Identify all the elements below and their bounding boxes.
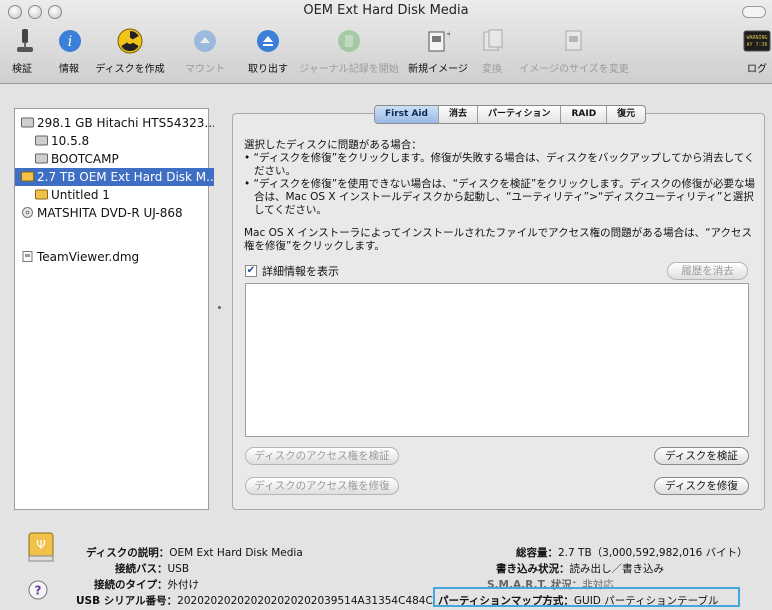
mount-icon (190, 26, 220, 56)
hard-disk-icon (21, 115, 34, 128)
minimize-button[interactable] (28, 5, 42, 19)
verify-permissions-button[interactable]: ディスクのアクセス権を検証 (245, 447, 399, 465)
svg-text:+: + (446, 29, 450, 40)
info-button[interactable]: i 情報 (55, 26, 83, 75)
convert-button[interactable]: 変換 (478, 26, 506, 75)
repair-permissions-button[interactable]: ディスクのアクセス権を修復 (245, 477, 399, 495)
tab-restore[interactable]: 復元 (606, 106, 645, 123)
info-usb-serial: USB シリアル番号：202020202020202020202039514A3… (76, 595, 433, 607)
convert-icon (478, 26, 508, 56)
disk-item-hitachi[interactable]: 298.1 GB Hitachi HTS54323... (15, 114, 214, 132)
new-image-button[interactable]: + 新規イメージ (406, 26, 470, 75)
resize-image-button[interactable]: イメージのサイズを変更 (515, 26, 633, 75)
tab-first-aid[interactable]: First Aid (375, 106, 438, 123)
close-button[interactable] (8, 5, 22, 19)
microscope-icon (10, 26, 40, 56)
volume-item-untitled[interactable]: Untitled 1 (15, 186, 228, 204)
volume-icon (35, 133, 48, 146)
toolbar-toggle-button[interactable] (742, 6, 766, 18)
info-capacity: 総容量：2.7 TB（3,000,592,982,016 バイト） (516, 547, 748, 559)
description-bullet: • “ディスクを修復”を使用できない場合は、“ディスクを検証”をクリックします。… (244, 178, 756, 216)
log-icon: WARNING AY 7:36 (742, 26, 772, 56)
show-details-checkbox[interactable]: ✔ 詳細情報を表示 (245, 263, 339, 279)
info-icon: i (55, 26, 85, 56)
log-button[interactable]: WARNING AY 7:36 ログ (742, 26, 772, 75)
svg-text:WARNING: WARNING (746, 35, 767, 41)
repair-disk-button[interactable]: ディスクを修復 (654, 477, 749, 495)
tab-partition[interactable]: パーティション (476, 106, 560, 123)
details-log-area[interactable] (245, 283, 749, 437)
info-connection-type: 接続のタイプ：外付け (94, 579, 199, 591)
volume-item-1058[interactable]: 10.5.8 (15, 132, 228, 150)
zoom-button[interactable] (48, 5, 62, 19)
info-write-status: 書き込み状況：読み出し／書き込み (496, 563, 664, 575)
toolbar: 検証 i 情報 ディスクを作成 マウント 取り出す ジャーナル記録を開始 新規イ… (0, 24, 772, 80)
resize-image-icon (559, 26, 589, 56)
tab-raid[interactable]: RAID (560, 106, 606, 123)
info-connection-bus: 接続バス：USB (115, 563, 190, 575)
optical-disc-icon (21, 205, 34, 218)
external-disk-icon (21, 169, 34, 182)
eject-icon (253, 26, 283, 56)
verify-button[interactable]: 検証 (10, 26, 34, 75)
checkmark-icon: ✔ (245, 265, 257, 277)
info-description: ディスクの説明：OEM Ext Hard Disk Media (86, 547, 303, 559)
split-view-handle[interactable] (218, 306, 221, 309)
description-line: 選択したディスクに問題がある場合： (244, 139, 422, 151)
volume-item-bootcamp[interactable]: BOOTCAMP (15, 150, 228, 168)
verify-disk-button[interactable]: ディスクを検証 (654, 447, 749, 465)
tab-erase[interactable]: 消去 (437, 106, 477, 123)
description-permissions: Mac OS X インストーラによってインストールされたファイルでアクセス権の問… (244, 227, 753, 252)
image-item-teamviewer[interactable]: TeamViewer.dmg (15, 248, 214, 266)
external-volume-icon (35, 187, 48, 200)
usb-drive-icon: Ψ (27, 532, 55, 565)
disk-item-dvd[interactable]: MATSHITA DVD-R UJ-868 (15, 204, 214, 222)
volume-icon (35, 151, 48, 164)
window-title: OEM Ext Hard Disk Media (303, 3, 469, 18)
burn-button[interactable]: ディスクを作成 (94, 26, 166, 75)
mount-button[interactable]: マウント (185, 26, 225, 75)
svg-text:AY 7:36: AY 7:36 (746, 42, 767, 48)
clear-history-button[interactable]: 履歴を消去 (667, 262, 748, 280)
window-chrome: OEM Ext Hard Disk Media 検証 i 情報 ディスクを作成 (0, 0, 772, 84)
svg-text:?: ? (35, 584, 42, 598)
radiation-icon (115, 26, 145, 56)
new-image-icon: + (423, 26, 453, 56)
first-aid-description: 選択したディスクに問題がある場合： • “ディスクを修復”をクリックします。修復… (244, 139, 758, 253)
svg-text:Ψ: Ψ (36, 538, 45, 552)
disk-item-oem[interactable]: 2.7 TB OEM Ext Hard Disk M... (15, 168, 214, 186)
disk-list[interactable]: 298.1 GB Hitachi HTS54323... 10.5.8 BOOT… (14, 108, 214, 510)
eject-button[interactable]: 取り出す (243, 26, 293, 75)
journal-icon (334, 26, 364, 56)
description-bullet: • “ディスクを修復”をクリックします。修復が失敗する場合は、ディスクをバックア… (244, 152, 755, 177)
help-icon[interactable]: ? (28, 580, 48, 603)
tab-bar: First Aid 消去 パーティション RAID 復元 (374, 105, 647, 124)
enable-journaling-button[interactable]: ジャーナル記録を開始 (296, 26, 402, 75)
partition-map-highlight (433, 587, 740, 607)
svg-text:i: i (68, 34, 72, 50)
disk-image-icon (21, 249, 34, 262)
